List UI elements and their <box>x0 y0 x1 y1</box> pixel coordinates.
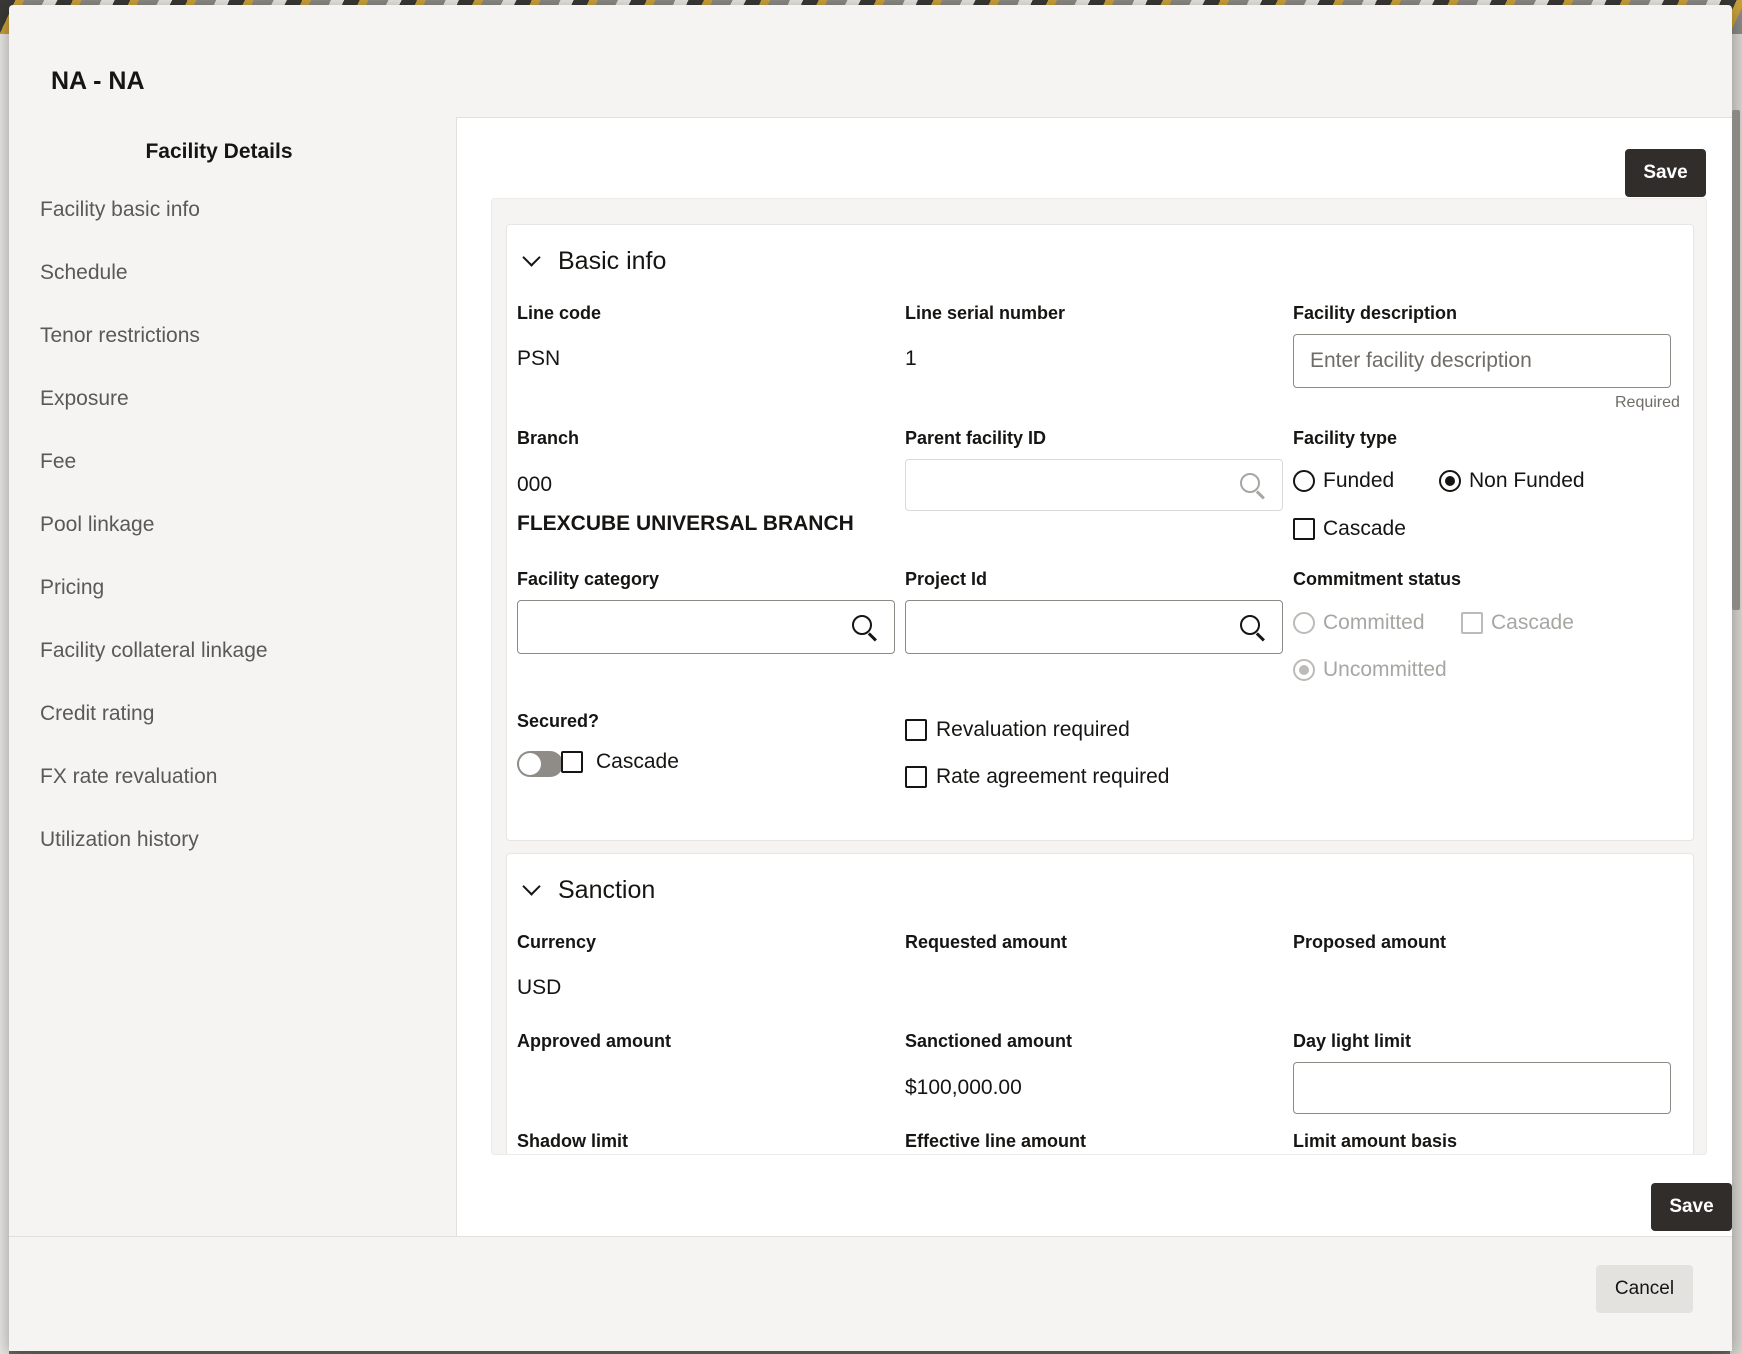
line-code-label: Line code <box>517 303 602 323</box>
facility-type-non-funded-radio[interactable] <box>1439 470 1461 492</box>
approved-amount-label: Approved amount <box>517 1031 672 1051</box>
limit-amount-basis-label: Limit amount basis <box>1293 1131 1458 1151</box>
form-scroll-area[interactable]: Basic info Line code PSN Line serial num… <box>491 198 1707 1155</box>
sidebar-item-fee[interactable]: Fee <box>40 447 268 510</box>
save-button-bottom[interactable]: Save <box>1651 1183 1732 1231</box>
sanction-section: Sanction Currency USD Requested amount P… <box>506 853 1694 1154</box>
basic-info-header[interactable]: Basic info <box>517 247 666 276</box>
rate-agreement-required-checkbox[interactable] <box>905 766 927 788</box>
committed-label: Committed <box>1323 611 1425 634</box>
sidebar-nav: Facility basic info Schedule Tenor restr… <box>40 195 268 888</box>
facility-type-funded-radio[interactable] <box>1293 470 1315 492</box>
sanction-header[interactable]: Sanction <box>517 876 655 905</box>
sanctioned-amount-label: Sanctioned amount <box>905 1031 1073 1051</box>
basic-info-title: Basic info <box>558 247 667 275</box>
requested-amount-label: Requested amount <box>905 932 1068 952</box>
secured-label: Secured? <box>517 711 600 731</box>
sanctioned-amount-value: $100,000.00 <box>905 1076 1022 1099</box>
sidebar-item-utilization-history[interactable]: Utilization history <box>40 825 268 888</box>
facility-description-helper: Required <box>1615 394 1680 411</box>
currency-label: Currency <box>517 932 597 952</box>
day-light-limit-label: Day light limit <box>1293 1031 1412 1051</box>
uncommitted-label: Uncommitted <box>1323 658 1447 681</box>
cancel-button[interactable]: Cancel <box>1596 1265 1693 1313</box>
facility-type-funded-label: Funded <box>1323 469 1395 492</box>
sidebar-item-schedule[interactable]: Schedule <box>40 258 268 321</box>
shadow-limit-label: Shadow limit <box>517 1131 629 1151</box>
branch-label: Branch <box>517 428 580 448</box>
search-icon[interactable] <box>1240 473 1266 500</box>
content-panel: Save Basic info Line code PSN Line seria… <box>456 117 1732 1241</box>
sidebar-item-fx-rate-revaluation[interactable]: FX rate revaluation <box>40 762 268 825</box>
currency-value: USD <box>517 976 562 999</box>
sidebar-item-tenor-restrictions[interactable]: Tenor restrictions <box>40 321 268 384</box>
facility-type-cascade-label: Cascade <box>1323 517 1406 540</box>
branch-code-value: 000 <box>517 473 553 496</box>
secured-cascade-checkbox[interactable] <box>561 751 583 773</box>
facility-description-input[interactable] <box>1293 334 1671 388</box>
project-id-input[interactable] <box>905 600 1283 654</box>
dialog-title: NA - NA <box>51 67 145 95</box>
parent-facility-id-input[interactable] <box>905 459 1283 511</box>
facility-type-cascade-checkbox[interactable] <box>1293 518 1315 540</box>
revaluation-required-checkbox[interactable] <box>905 719 927 741</box>
sanction-title: Sanction <box>558 876 656 904</box>
secured-cascade-label: Cascade <box>596 750 679 773</box>
search-icon[interactable] <box>1240 615 1266 642</box>
dialog-footer <box>9 1236 1732 1351</box>
facility-description-label: Facility description <box>1293 303 1458 323</box>
sidebar-item-facility-basic-info[interactable]: Facility basic info <box>40 195 268 258</box>
background-page-edge <box>0 34 9 1354</box>
sidebar-item-pool-linkage[interactable]: Pool linkage <box>40 510 268 573</box>
revaluation-required-label: Revaluation required <box>936 718 1130 741</box>
chevron-down-icon <box>522 248 541 267</box>
sidebar-item-exposure[interactable]: Exposure <box>40 384 268 447</box>
commitment-status-label: Commitment status <box>1293 569 1462 589</box>
basic-info-section: Basic info Line code PSN Line serial num… <box>506 224 1694 841</box>
commitment-cascade-checkbox[interactable] <box>1461 612 1483 634</box>
sidebar-title: Facility Details <box>145 140 293 163</box>
line-serial-number-value: 1 <box>905 347 917 370</box>
sidebar: Facility Details Facility basic info Sch… <box>9 115 457 1241</box>
sidebar-item-credit-rating[interactable]: Credit rating <box>40 699 268 762</box>
line-serial-number-label: Line serial number <box>905 303 1066 323</box>
facility-details-dialog: NA - NA Facility Details Facility basic … <box>9 5 1732 1351</box>
facility-category-input[interactable] <box>517 600 895 654</box>
sidebar-item-pricing[interactable]: Pricing <box>40 573 268 636</box>
save-button-top[interactable]: Save <box>1625 149 1706 197</box>
secured-toggle[interactable] <box>517 751 563 777</box>
line-code-value: PSN <box>517 347 561 370</box>
facility-type-label: Facility type <box>1293 428 1398 448</box>
parent-facility-id-label: Parent facility ID <box>905 428 1047 448</box>
facility-type-non-funded-label: Non Funded <box>1469 469 1585 492</box>
project-id-label: Project Id <box>905 569 988 589</box>
day-light-limit-input[interactable] <box>1293 1062 1671 1114</box>
search-icon[interactable] <box>852 615 878 642</box>
uncommitted-radio[interactable] <box>1293 659 1315 681</box>
effective-line-amount-label: Effective line amount <box>905 1131 1087 1151</box>
rate-agreement-required-label: Rate agreement required <box>936 765 1170 788</box>
branch-name-value: FLEXCUBE UNIVERSAL BRANCH <box>517 512 854 535</box>
sidebar-item-facility-collateral-linkage[interactable]: Facility collateral linkage <box>40 636 268 699</box>
proposed-amount-label: Proposed amount <box>1293 932 1447 952</box>
committed-radio[interactable] <box>1293 612 1315 634</box>
page-scrollbar[interactable] <box>1732 110 1740 610</box>
facility-category-label: Facility category <box>517 569 660 589</box>
chevron-down-icon <box>522 877 541 896</box>
commitment-cascade-label: Cascade <box>1491 611 1574 634</box>
